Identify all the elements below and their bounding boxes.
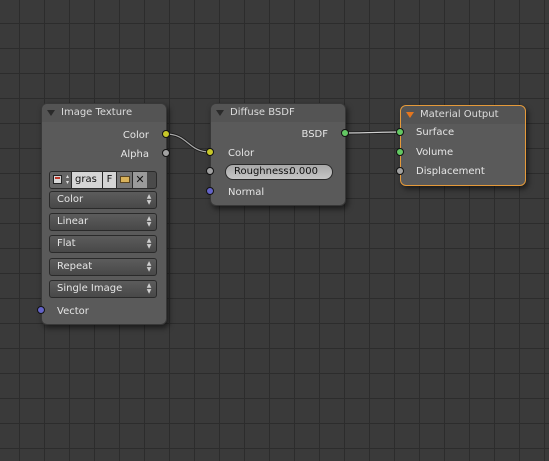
dropdown-value: Flat [57,238,76,249]
interpolation-dropdown[interactable]: Linear ▲ ▼ [49,213,157,231]
socket-output-color[interactable] [162,130,170,138]
dropdown-value: Single Image [57,283,123,294]
input-surface-label: Surface [416,127,455,138]
socket-input-color[interactable] [206,148,214,156]
triangle-down-icon[interactable] [47,110,55,116]
folder-icon[interactable] [117,172,133,188]
output-color-label: Color [122,130,149,141]
link-bsdf-to-surface [344,130,401,135]
image-texture-node[interactable]: Image Texture Color Alpha ▴ ▾ gras F ✕ Co… [41,103,167,325]
color-space-dropdown[interactable]: Color ▲ ▼ [49,191,157,209]
socket-input-vector[interactable] [37,306,45,314]
triangle-down-icon[interactable] [216,110,224,116]
dropdown-value: Linear [57,216,89,227]
triangle-down-icon[interactable] [406,112,414,118]
up-down-arrows-icon: ▲ ▼ [146,193,152,206]
fake-user-button[interactable]: F [103,172,117,188]
socket-input-surface[interactable] [396,128,404,136]
input-volume-label: Volume [416,147,454,158]
input-normal-label: Normal [228,187,265,198]
node-title: Diffuse BSDF [230,107,295,118]
socket-input-displacement[interactable] [396,167,404,175]
dropdown-value: Color [57,194,84,205]
image-toolbar: ▴ ▾ gras F ✕ [49,171,157,189]
material-output-node[interactable]: Material Output Surface Volume Displacem… [400,105,526,186]
diffuse-bsdf-node[interactable]: Diffuse BSDF BSDF Color Roughness: 0.000… [210,103,346,206]
output-alpha-label: Alpha [120,149,149,160]
image-browse-icon[interactable]: ▴ ▾ [50,172,72,188]
output-bsdf-label: BSDF [301,129,328,140]
roughness-label: Roughness: [234,166,292,177]
link-color-to-color-inner [165,133,211,153]
projection-dropdown[interactable]: Flat ▲ ▼ [49,235,157,253]
socket-output-bsdf[interactable] [341,129,349,137]
node-title: Material Output [420,109,499,120]
input-vector-label: Vector [57,306,89,317]
up-down-arrows-icon: ▲ ▼ [146,237,152,250]
source-dropdown[interactable]: Single Image ▲ ▼ [49,280,157,298]
up-down-arrows-icon: ▴ ▾ [65,173,69,186]
extension-dropdown[interactable]: Repeat ▲ ▼ [49,258,157,276]
dropdown-value: Repeat [57,261,93,272]
up-down-arrows-icon: ▲ ▼ [146,215,152,228]
roughness-slider[interactable]: Roughness: 0.000 [225,164,333,180]
image-name-field[interactable]: gras [72,172,103,188]
node-header[interactable]: Material Output [401,106,525,124]
socket-input-normal[interactable] [206,187,214,195]
close-icon[interactable]: ✕ [133,172,147,188]
roughness-value: 0.000 [289,166,318,177]
input-displacement-label: Displacement [416,166,485,177]
link-color-to-color [165,132,211,154]
node-header[interactable]: Diffuse BSDF [211,104,345,122]
socket-input-volume[interactable] [396,148,404,156]
up-down-arrows-icon: ▲ ▼ [146,282,152,295]
input-color-label: Color [228,148,255,159]
link-bsdf-to-surface-inner [344,131,401,134]
node-title: Image Texture [61,107,133,118]
node-header[interactable]: Image Texture [42,104,166,122]
up-down-arrows-icon: ▲ ▼ [146,260,152,273]
socket-input-roughness[interactable] [206,167,214,175]
socket-output-alpha[interactable] [162,149,170,157]
